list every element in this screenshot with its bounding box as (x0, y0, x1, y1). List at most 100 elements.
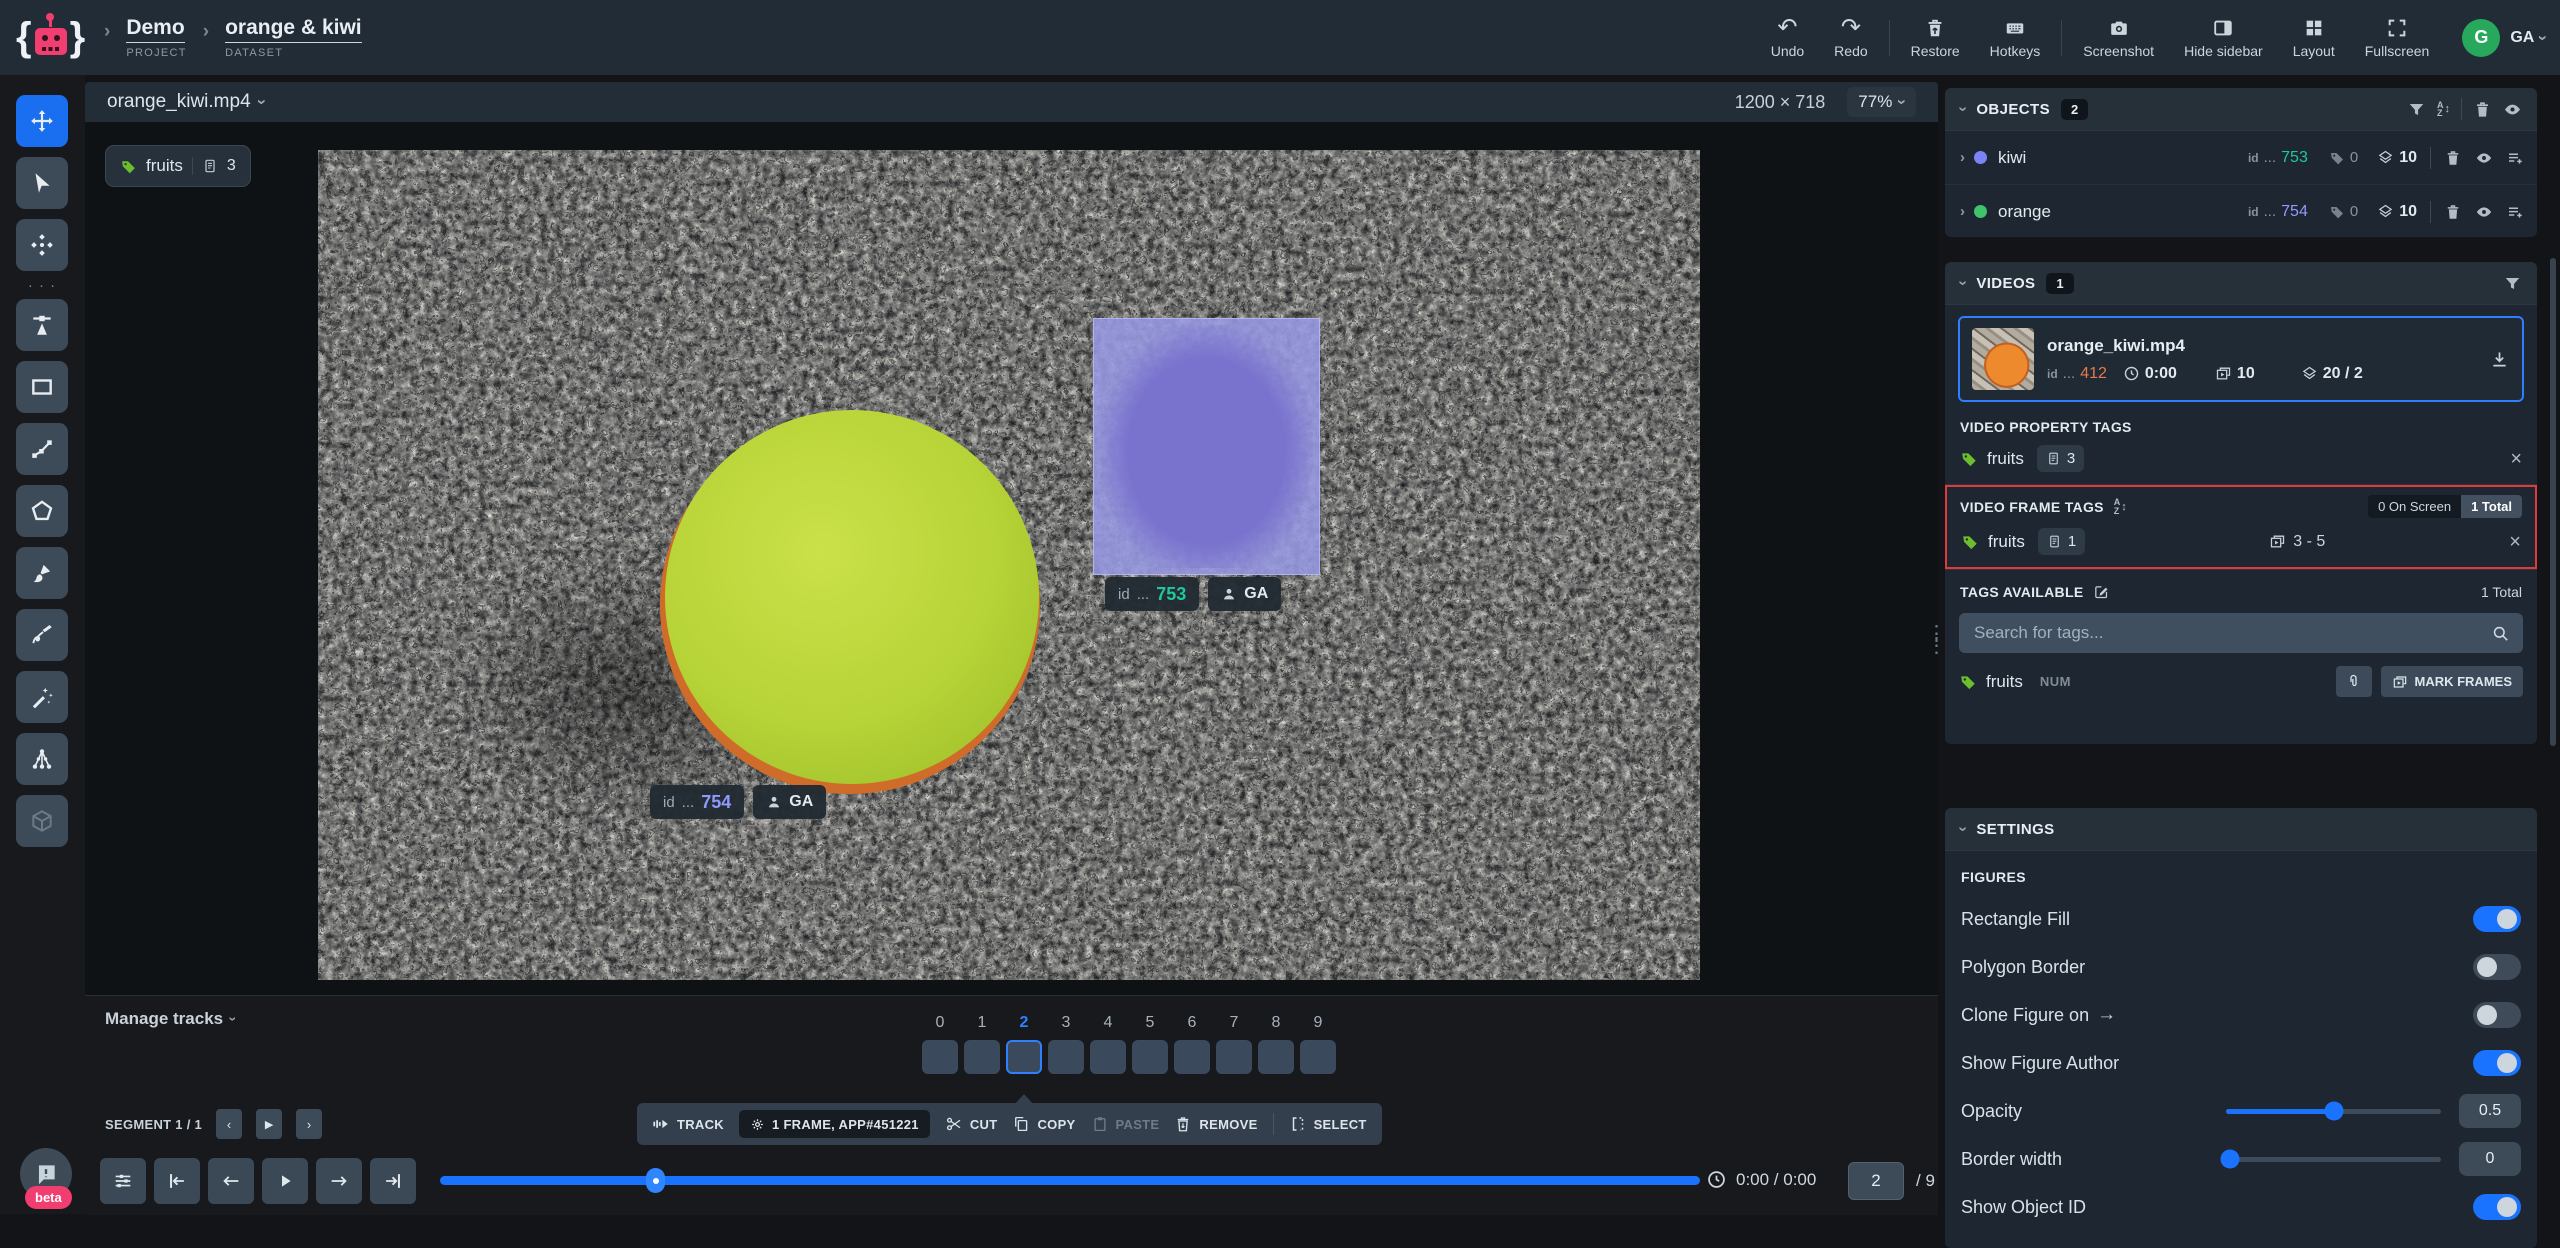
frame-cell[interactable] (1090, 1040, 1126, 1074)
restore-button[interactable]: Restore (1896, 17, 1975, 59)
playlist-add-icon[interactable] (2506, 203, 2524, 221)
border-width-slider[interactable] (2220, 1149, 2441, 1169)
edit-icon[interactable] (2093, 583, 2110, 600)
manage-tracks-dropdown[interactable]: Manage tracks › (105, 1009, 241, 1029)
orange-author-chip[interactable]: GA (753, 785, 827, 819)
clone-figure-toggle[interactable] (2473, 1002, 2521, 1028)
chevron-down-icon[interactable]: › (251, 99, 271, 105)
border-width-value[interactable]: 0 (2459, 1142, 2521, 1176)
frame-cell[interactable] (1216, 1040, 1252, 1074)
graph-tool-button[interactable] (16, 733, 68, 785)
mark-frames-button[interactable]: MARK FRAMES (2380, 666, 2523, 697)
video-frame[interactable]: id ... 753 GA id ... 754 GA (318, 150, 1700, 980)
download-icon[interactable] (2489, 349, 2510, 370)
breadcrumb-dataset[interactable]: orange & kiwi DATASET (225, 16, 362, 59)
breadcrumb-project[interactable]: Demo PROJECT (126, 16, 186, 59)
on-screen-chip[interactable]: 0 On Screen (2368, 495, 2462, 518)
prev-frame-button[interactable] (208, 1158, 254, 1204)
timeline-scrubber[interactable] (440, 1176, 1700, 1185)
point-tool-button[interactable] (16, 299, 68, 351)
border-width-slider-thumb[interactable] (2220, 1149, 2240, 1169)
filter-icon[interactable] (2503, 274, 2522, 293)
frame-input[interactable]: 2 (1848, 1162, 1904, 1200)
rectangle-fill-toggle[interactable] (2473, 906, 2521, 932)
opacity-slider-thumb[interactable] (2324, 1101, 2343, 1121)
trash-icon[interactable] (2444, 149, 2462, 167)
eye-icon[interactable] (2503, 100, 2522, 119)
tag-search[interactable] (1959, 613, 2523, 653)
panel-scrollbar[interactable] (2550, 258, 2556, 746)
polygon-border-toggle[interactable] (2473, 954, 2521, 980)
panel-resize-handle[interactable]: ⋮ ⋮ (1926, 623, 1947, 656)
playback-settings-button[interactable] (100, 1158, 146, 1204)
app-logo[interactable]: { } (16, 8, 85, 66)
sort-az-icon[interactable]: AZ ↕ (2437, 100, 2450, 118)
select-tool-button[interactable] (16, 157, 68, 209)
redo-button[interactable]: ↷ Redo (1819, 15, 1882, 59)
collapse-icon[interactable]: › (1954, 106, 1972, 111)
trash-icon[interactable] (2444, 203, 2462, 221)
copy-button[interactable]: COPY (1012, 1115, 1075, 1133)
canvas-viewport[interactable]: fruits 3 id ... 753 GA id ... 754 GA (85, 122, 1938, 995)
play-button[interactable] (262, 1158, 308, 1204)
expand-icon[interactable]: › (1960, 149, 1965, 166)
kiwi-author-chip[interactable]: GA (1208, 577, 1282, 611)
cuboid-tool-button[interactable] (16, 795, 68, 847)
remove-tag-button[interactable]: × (2509, 532, 2521, 552)
paste-button[interactable]: PASTE (1091, 1115, 1160, 1133)
frame-cell[interactable] (1132, 1040, 1168, 1074)
collapse-icon[interactable]: › (1954, 280, 1972, 285)
show-author-toggle[interactable] (2473, 1050, 2521, 1076)
remove-button[interactable]: REMOVE (1174, 1115, 1257, 1133)
frame-tag-row[interactable]: fruits 1 3 - 5 × (1960, 518, 2522, 557)
undo-button[interactable]: ↶ Undo (1756, 15, 1819, 59)
track-app-chip[interactable]: 1 FRAME, APP#451221 (739, 1110, 930, 1138)
next-frame-button[interactable] (316, 1158, 362, 1204)
track-button[interactable]: TRACK (652, 1115, 724, 1133)
orange-id-chip[interactable]: id ... 754 (650, 785, 745, 819)
filter-icon[interactable] (2407, 100, 2426, 119)
collapse-icon[interactable]: › (1954, 826, 1972, 831)
property-tag-row[interactable]: fruits 3 × (1945, 441, 2537, 484)
fullscreen-button[interactable]: Fullscreen (2350, 17, 2445, 59)
zoom-dropdown[interactable]: 77% › (1847, 87, 1916, 117)
object-row-kiwi[interactable]: › kiwi id ... 753 0 10 (1945, 131, 2537, 184)
eye-icon[interactable] (2475, 149, 2493, 167)
tag-search-input[interactable] (1972, 622, 2482, 644)
video-list-item[interactable]: orange_kiwi.mp4 id ... 412 0:00 10 20 / … (1958, 316, 2524, 402)
project-link[interactable]: Demo (126, 16, 185, 43)
hotkeys-button[interactable]: Hotkeys (1975, 17, 2056, 59)
avatar[interactable]: G (2462, 18, 2501, 57)
eye-icon[interactable] (2475, 203, 2493, 221)
segment-play-button[interactable]: ▶ (256, 1109, 283, 1139)
segment-prev-button[interactable]: ‹ (216, 1109, 243, 1139)
opacity-slider[interactable] (2226, 1101, 2441, 1121)
opacity-value[interactable]: 0.5 (2459, 1094, 2521, 1128)
total-chip[interactable]: 1 Total (2461, 495, 2522, 518)
chevron-down-icon[interactable]: › (2533, 35, 2553, 41)
pan-tool-button[interactable] (16, 95, 68, 147)
segment-next-button[interactable]: › (296, 1109, 323, 1139)
layout-button[interactable]: Layout (2278, 17, 2350, 59)
first-frame-button[interactable] (154, 1158, 200, 1204)
last-frame-button[interactable] (370, 1158, 416, 1204)
kiwi-mask-figure[interactable] (1093, 318, 1320, 575)
video-file-dropdown[interactable]: orange_kiwi.mp4 (107, 91, 251, 113)
available-tag-row[interactable]: fruits NUM MARK FRAMES (1945, 662, 2537, 709)
frame-cell[interactable] (1300, 1040, 1336, 1074)
frame-cell[interactable] (964, 1040, 1000, 1074)
pen-tool-button[interactable] (16, 609, 68, 661)
rectangle-tool-button[interactable] (16, 361, 68, 413)
show-object-id-toggle[interactable] (2473, 1194, 2521, 1220)
select-button[interactable]: SELECT (1289, 1115, 1367, 1133)
cut-button[interactable]: CUT (945, 1115, 998, 1133)
expand-icon[interactable]: › (1960, 203, 1965, 220)
sort-az-icon[interactable]: AZ ↕ (2114, 498, 2127, 515)
trash-icon[interactable] (2473, 100, 2492, 119)
object-row-orange[interactable]: › orange id ... 754 0 10 (1945, 184, 2537, 237)
playlist-add-icon[interactable] (2506, 149, 2524, 167)
brush-tool-button[interactable] (16, 547, 68, 599)
smart-tool-button[interactable] (16, 671, 68, 723)
screenshot-button[interactable]: Screenshot (2068, 17, 2169, 59)
polyline-tool-button[interactable] (16, 423, 68, 475)
